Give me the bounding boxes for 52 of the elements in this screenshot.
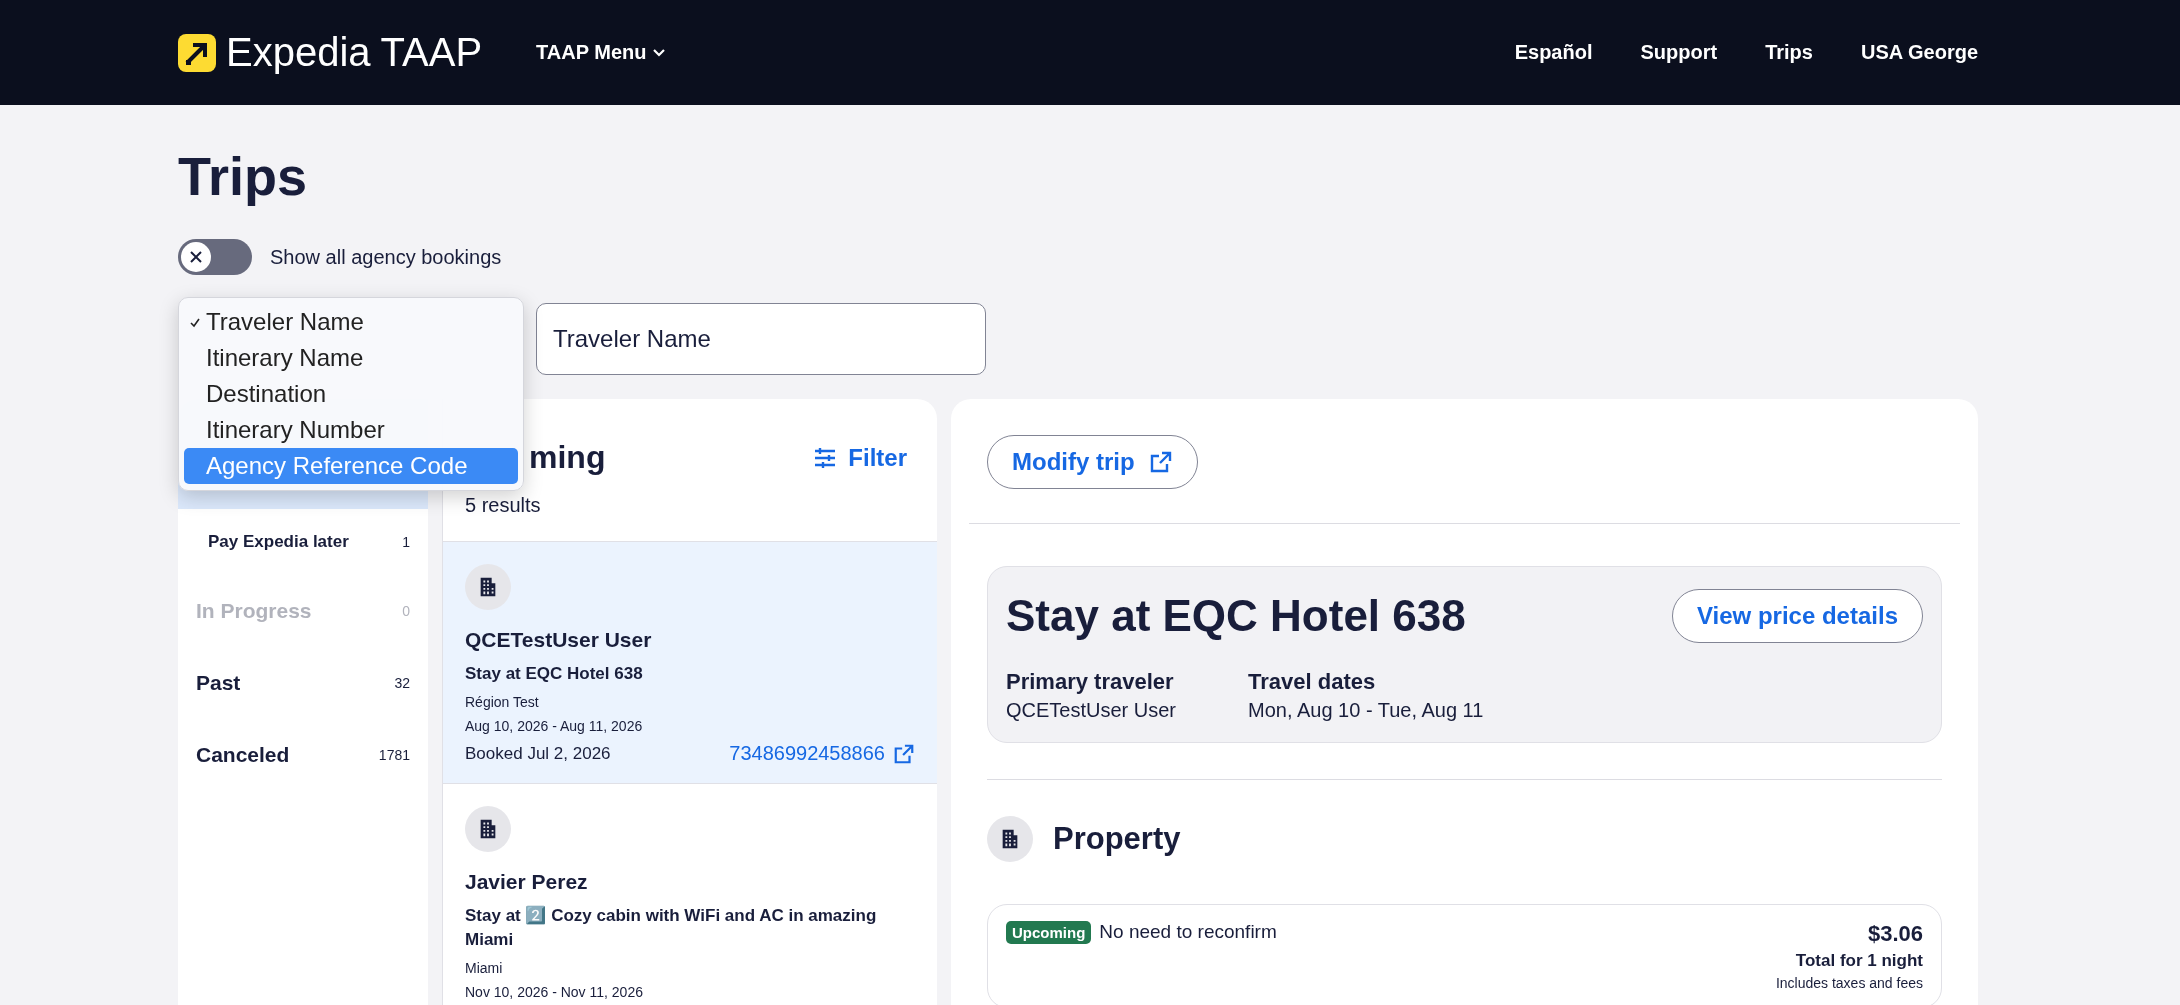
close-icon — [189, 250, 203, 264]
trip-title: Stay at EQC Hotel 638 — [1006, 591, 1466, 641]
sliders-icon — [814, 447, 837, 468]
price-label: Total for 1 night — [1795, 951, 1923, 971]
trip-place: Région Test — [465, 694, 540, 710]
trip-card[interactable]: QCETestUser User Stay at EQC Hotel 638 Région Test Aug 10, 2026 - Aug 11, 2026 Booked Jul 2, 2026 73486992458866 — [443, 542, 937, 784]
logo-icon — [178, 33, 216, 72]
external-link-icon — [893, 742, 915, 765]
chevron-down-icon — [652, 47, 667, 58]
stay-title: Stay at 2⃣ Cozy cabin with WiFi and AC in amazing Miami — [465, 905, 878, 951]
fact-label: Primary traveler — [1006, 669, 1175, 695]
trip-dates: Aug 10, 2026 - Aug 11, 2026 — [465, 718, 644, 734]
sidebar-subitem[interactable]: Pay Expedia later 1 — [178, 509, 428, 575]
list-title: ming — [529, 439, 606, 476]
menu-option[interactable]: Destination — [184, 376, 518, 412]
nav-link[interactable]: Support — [1640, 41, 1718, 64]
booked-date: Booked Jul 2, 2026 — [465, 743, 611, 764]
search-field[interactable]: Traveler Name — [536, 303, 986, 375]
check-icon — [190, 318, 200, 328]
traveler-name: Javier Perez — [465, 870, 589, 894]
brand-name: Expedia — [226, 30, 371, 75]
status-badge: Upcoming — [1006, 921, 1092, 944]
section-heading: Property — [1053, 821, 1181, 857]
toggle-label: Show all agency bookings — [270, 245, 502, 269]
price-details-button[interactable]: View price details — [1672, 589, 1923, 643]
external-link-icon — [1148, 450, 1173, 474]
sidebar-item[interactable]: Past 32 — [178, 647, 428, 719]
trip-place: Miami — [465, 960, 504, 976]
menu-option[interactable]: Itinerary Number — [184, 412, 518, 448]
agency-toggle[interactable] — [178, 239, 252, 275]
nav-link[interactable]: Trips — [1765, 41, 1813, 64]
menu-option[interactable]: Itinerary Name — [184, 340, 518, 376]
traveler-name: QCETestUser User — [465, 628, 653, 652]
results-count: 5 results — [465, 494, 542, 517]
fact-value: Mon, Aug 10 - Tue, Aug 11 — [1248, 699, 1484, 722]
fact-value: QCETestUser User — [1006, 699, 1177, 722]
menu-option[interactable]: Traveler Name — [184, 304, 518, 340]
menu-button[interactable]: TAAP Menu — [530, 40, 673, 65]
nav-link[interactable]: Español — [1514, 41, 1593, 64]
trip-dates: Nov 10, 2026 - Nov 11, 2026 — [465, 984, 644, 1000]
sidebar-item[interactable]: Canceled 1781 — [178, 719, 428, 791]
price: $3.06 — [1867, 921, 1923, 947]
price-note: Includes taxes and fees — [1775, 975, 1923, 991]
page-title: Trips — [178, 145, 309, 207]
itinerary-link[interactable]: 73486992458866 — [729, 742, 915, 765]
brand-suffix: TAAP — [380, 30, 483, 75]
confirm-note: No need to reconfirm — [1099, 921, 1277, 942]
nav-link[interactable]: USA George — [1860, 41, 1978, 64]
modify-trip-button[interactable]: Modify trip — [987, 435, 1198, 489]
stay-title: Stay at EQC Hotel 638 — [465, 663, 644, 685]
fact-label: Travel dates — [1248, 669, 1377, 695]
filter-button[interactable]: Filter — [808, 442, 913, 473]
